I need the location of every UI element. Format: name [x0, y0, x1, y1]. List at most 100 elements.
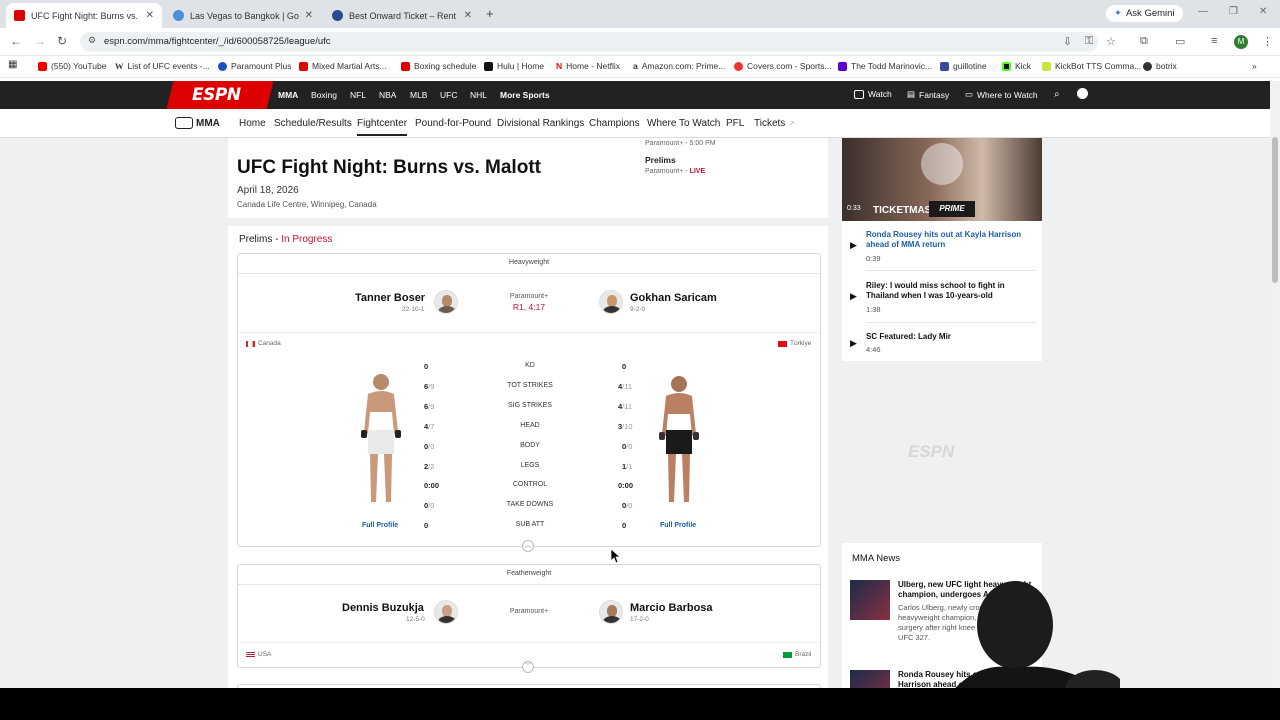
full-profile-link-left[interactable]: Full Profile	[362, 522, 398, 529]
search-icon[interactable]: ⌕	[1054, 89, 1060, 100]
fighter-name-right[interactable]: Marcio Barbosa	[630, 602, 713, 614]
stat-row: 2/2 LEGS 1/1	[238, 462, 820, 476]
scrollbar-thumb[interactable]	[1272, 137, 1278, 283]
play-icon[interactable]: ▶	[850, 240, 857, 251]
tab-title: Best Onward Ticket – Rent A Pl	[349, 10, 458, 21]
nav-nfl[interactable]: NFL	[350, 90, 366, 100]
close-tab-icon[interactable]: ✕	[146, 10, 154, 21]
fighter-name-left[interactable]: Dennis Buzukja	[342, 602, 424, 614]
mma-sub-nav: MMA Home Schedule/Results Fightcenter Po…	[0, 110, 1270, 138]
nav-nba[interactable]: NBA	[379, 90, 396, 100]
fighter-headshot-left[interactable]	[434, 290, 458, 314]
bookmark-botrix[interactable]: botrix	[1143, 61, 1177, 71]
account-icon[interactable]	[1077, 88, 1088, 99]
stat-right-value: 0/0	[622, 501, 632, 510]
video-title[interactable]: SC Featured: Lady Mir	[866, 332, 1034, 342]
bookmark-boxing[interactable]: Boxing schedule	[401, 61, 476, 71]
subnav-home[interactable]: Home	[239, 118, 266, 129]
subnav-where-to-watch[interactable]: Where To Watch	[647, 118, 720, 129]
bookmark-kickbot[interactable]: KickBot TTS Comma...	[1042, 61, 1141, 71]
fighter-headshot-right[interactable]	[599, 290, 623, 314]
espn-logo[interactable]: ESPN	[192, 85, 241, 105]
nav-mlb[interactable]: MLB	[410, 90, 427, 100]
bookmark-kick[interactable]: Kick	[1002, 61, 1031, 71]
password-key-icon[interactable]: ⚿	[1085, 35, 1093, 48]
bookmark-youtube[interactable]: (550) YouTube	[38, 61, 106, 71]
more-bookmarks-icon[interactable]: »	[1252, 61, 1257, 71]
nav-ufc[interactable]: UFC	[440, 90, 457, 100]
minimize-icon[interactable]: —	[1198, 6, 1208, 17]
play-video-icon[interactable]	[921, 143, 963, 185]
close-tab-icon[interactable]: ✕	[305, 10, 313, 21]
weight-class: Heavyweight	[508, 259, 550, 266]
install-app-icon[interactable]: ⇩	[1063, 35, 1072, 48]
site-info-icon[interactable]: ⚙	[88, 35, 96, 46]
bookmarks-bar: ▦ (550) YouTube W List of UFC events -...…	[0, 56, 1280, 78]
expand-chevron-down-icon[interactable]: ﹀	[522, 661, 534, 673]
extensions-icon[interactable]: ⧉	[1140, 35, 1148, 48]
bookmark-star-icon[interactable]: ☆	[1106, 35, 1116, 48]
bookmark-hulu[interactable]: Hulu | Home	[484, 61, 544, 71]
tab-onward-ticket[interactable]: Best Onward Ticket – Rent A Pl ✕	[324, 3, 480, 28]
ask-gemini-button[interactable]: ✦ Ask Gemini	[1106, 5, 1183, 22]
fighter-name-left[interactable]: Tanner Boser	[355, 292, 425, 304]
tab-ufc-fight-night[interactable]: UFC Fight Night: Burns vs. Malo ✕	[6, 3, 162, 28]
profile-avatar[interactable]: M	[1234, 35, 1248, 49]
bookmark-covers[interactable]: Covers.com - Sports...	[734, 61, 832, 71]
bookmark-netflix[interactable]: N Home - Netflix	[556, 61, 620, 71]
video-title[interactable]: Riley: I would miss school to fight in T…	[866, 281, 1034, 301]
video-duration: 1:38	[866, 305, 881, 314]
event-title: UFC Fight Night: Burns vs. Malott	[237, 157, 541, 178]
media-controls-icon[interactable]: ≡	[1211, 35, 1217, 47]
back-icon[interactable]: ←	[10, 34, 22, 48]
nav-more-sports[interactable]: More Sports	[500, 90, 550, 100]
play-icon[interactable]: ▶	[850, 338, 857, 349]
bookmark-guillotine[interactable]: guillotine	[940, 61, 987, 71]
subnav-schedule[interactable]: Schedule/Results	[274, 118, 352, 129]
subnav-champions[interactable]: Champions	[589, 118, 640, 129]
close-window-icon[interactable]: ✕	[1259, 6, 1267, 17]
mma-brand[interactable]: MMA	[175, 117, 220, 129]
subnav-fightcenter[interactable]: Fightcenter	[357, 118, 408, 136]
menu-kebab-icon[interactable]: ⋮	[1262, 35, 1273, 48]
nav-boxing[interactable]: Boxing	[311, 90, 337, 100]
bookmark-todd-marinovic[interactable]: The Todd Marinovic...	[838, 61, 932, 71]
subnav-pound-for-pound[interactable]: Pound-for-Pound	[415, 118, 491, 129]
bookmark-ufc-events[interactable]: W List of UFC events -...	[115, 61, 210, 71]
full-profile-link-right[interactable]: Full Profile	[660, 522, 696, 529]
where-to-watch-link[interactable]: ▭ Where to Watch	[965, 89, 1038, 100]
subnav-divisional-rankings[interactable]: Divisional Rankings	[497, 118, 584, 129]
bookmark-paramount[interactable]: Paramount Plus	[218, 61, 291, 71]
reload-icon[interactable]: ↻	[57, 34, 67, 48]
stat-row: 6/9 TOT STRIKES 4/11	[238, 382, 820, 396]
bookmark-mma[interactable]: Mixed Martial Arts...	[299, 61, 387, 71]
bookmark-amazon[interactable]: a Amazon.com: Prime...	[633, 61, 725, 71]
subnav-pfl[interactable]: PFL	[726, 118, 744, 129]
tab-search-icon[interactable]: ▭	[1175, 35, 1185, 48]
stat-label: LEGS	[520, 461, 540, 469]
nav-mma[interactable]: MMA	[278, 90, 298, 100]
mma-brand-label: MMA	[196, 117, 220, 129]
video-title[interactable]: Ronda Rousey hits out at Kayla Harrison …	[866, 230, 1034, 250]
fantasy-link[interactable]: ▤ Fantasy	[907, 89, 949, 100]
nav-nhl[interactable]: NHL	[470, 90, 487, 100]
fighter-headshot-right[interactable]	[599, 600, 623, 624]
stat-left-attempted: /0	[428, 501, 435, 511]
fighter-headshot-left[interactable]	[434, 600, 458, 624]
close-tab-icon[interactable]: ✕	[464, 10, 472, 21]
bookmark-label: Mixed Martial Arts...	[312, 61, 387, 71]
news-thumbnail[interactable]	[850, 580, 890, 620]
play-icon[interactable]: ▶	[850, 291, 857, 302]
apps-grid-icon[interactable]: ▦	[8, 59, 17, 70]
url-input[interactable]: ⚙ espn.com/mma/fightcenter/_/id/60005872…	[80, 32, 1098, 52]
subnav-tickets[interactable]: Tickets ↗	[754, 118, 795, 129]
watch-link[interactable]: Watch	[854, 89, 892, 99]
forward-icon[interactable]: →	[34, 34, 46, 48]
fighter-name-right[interactable]: Gokhan Saricam	[630, 292, 717, 304]
webcam-overlay	[945, 581, 1120, 700]
restore-icon[interactable]: ❐	[1229, 6, 1238, 17]
wikipedia-icon: W	[115, 61, 124, 71]
tab-las-vegas-bangkok[interactable]: Las Vegas to Bangkok | Google ✕	[165, 3, 321, 28]
collapse-chevron-up-icon[interactable]: ︿	[522, 540, 534, 552]
new-tab-icon[interactable]: +	[486, 6, 494, 21]
